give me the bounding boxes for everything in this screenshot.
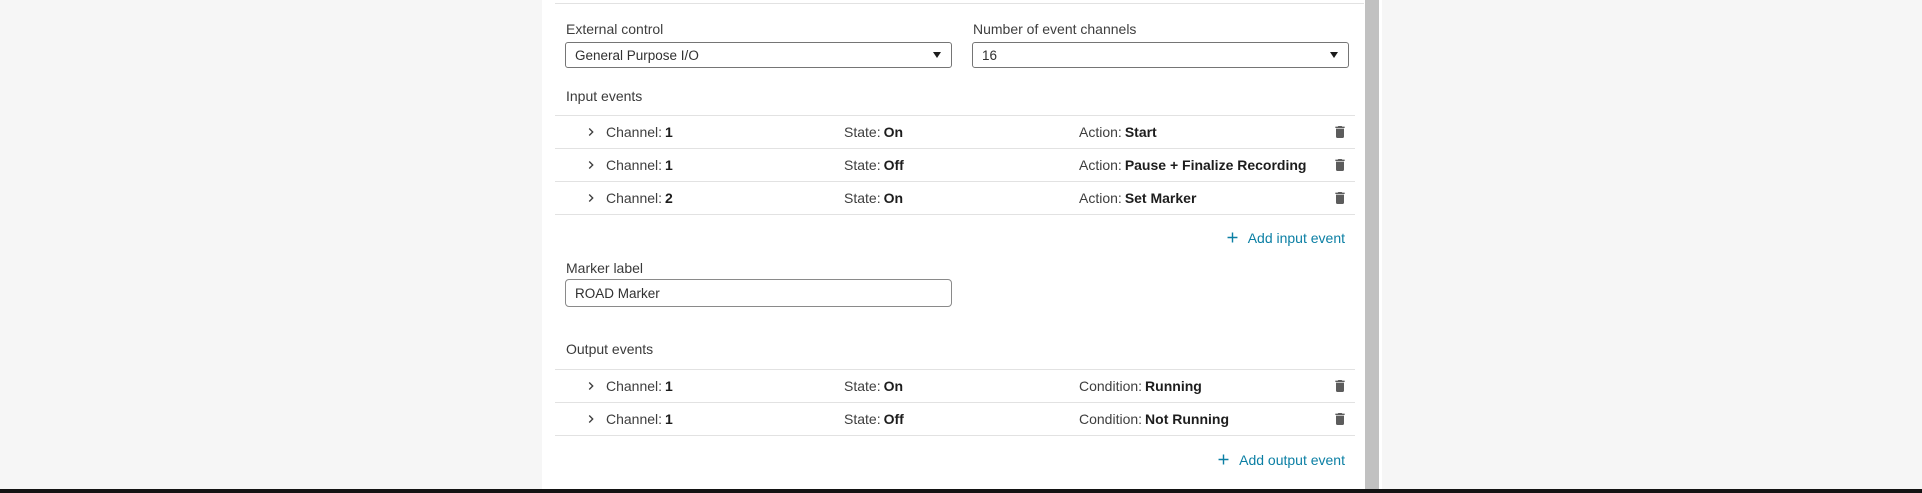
output-events-title: Output events: [566, 341, 653, 357]
event-channels-label: Number of event channels: [973, 21, 1136, 37]
dropdown-arrow-icon: [1330, 52, 1338, 58]
input-event-row[interactable]: Channel:1 State:On Action:Start: [555, 115, 1355, 148]
delete-icon[interactable]: [1332, 378, 1348, 394]
top-divider: [555, 3, 1364, 4]
chevron-right-icon[interactable]: [583, 378, 599, 394]
external-control-select[interactable]: General Purpose I/O: [565, 42, 952, 68]
plus-icon: [1224, 229, 1241, 246]
action-cell: Action:Set Marker: [1079, 182, 1196, 214]
device-settings-panel: External control General Purpose I/O Num…: [542, 0, 1364, 493]
delete-icon[interactable]: [1332, 124, 1348, 140]
action-cell: Action:Pause + Finalize Recording: [1079, 149, 1306, 181]
chevron-right-icon[interactable]: [583, 411, 599, 427]
output-event-row[interactable]: Channel:1 State:Off Condition:Not Runnin…: [555, 402, 1355, 435]
chevron-right-icon[interactable]: [583, 190, 599, 206]
add-output-event-label: Add output event: [1239, 452, 1345, 468]
input-event-row[interactable]: Channel:2 State:On Action:Set Marker: [555, 181, 1355, 214]
input-event-row[interactable]: Channel:1 State:Off Action:Pause + Final…: [555, 148, 1355, 181]
action-cell: Action:Start: [1079, 116, 1157, 148]
state-cell: State:On: [844, 182, 903, 214]
external-control-value: General Purpose I/O: [575, 48, 925, 63]
input-events-list: Channel:1 State:On Action:Start Channel:…: [555, 115, 1355, 215]
channel-cell: Channel:1: [606, 403, 673, 435]
add-output-event-row: Add output event: [555, 451, 1355, 471]
channel-cell: Channel:1: [606, 116, 673, 148]
output-events-list: Channel:1 State:On Condition:Running Cha…: [555, 369, 1355, 436]
channel-cell: Channel:1: [606, 149, 673, 181]
add-input-event-label: Add input event: [1248, 230, 1345, 246]
dropdown-arrow-icon: [933, 52, 941, 58]
condition-cell: Condition:Running: [1079, 370, 1202, 402]
state-cell: State:On: [844, 370, 903, 402]
channel-cell: Channel:2: [606, 182, 673, 214]
add-input-event-button[interactable]: Add input event: [1224, 229, 1355, 246]
delete-icon[interactable]: [1332, 411, 1348, 427]
delete-icon[interactable]: [1332, 190, 1348, 206]
marker-label-title: Marker label: [566, 260, 643, 276]
vertical-scrollbar[interactable]: [1364, 0, 1382, 493]
state-cell: State:On: [844, 116, 903, 148]
channel-cell: Channel:1: [606, 370, 673, 402]
add-output-event-button[interactable]: Add output event: [1215, 451, 1355, 468]
scrollbar-thumb[interactable]: [1365, 0, 1379, 493]
add-input-event-row: Add input event: [555, 229, 1355, 249]
state-cell: State:Off: [844, 403, 904, 435]
external-control-label: External control: [566, 21, 663, 37]
chevron-right-icon[interactable]: [583, 157, 599, 173]
event-channels-value: 16: [982, 48, 1322, 63]
output-event-row[interactable]: Channel:1 State:On Condition:Running: [555, 369, 1355, 402]
state-cell: State:Off: [844, 149, 904, 181]
plus-icon: [1215, 451, 1232, 468]
chevron-right-icon[interactable]: [583, 124, 599, 140]
event-channels-select[interactable]: 16: [972, 42, 1349, 68]
input-events-title: Input events: [566, 88, 642, 104]
window-bottom-edge: [0, 489, 1922, 493]
marker-label-input[interactable]: [565, 279, 952, 307]
delete-icon[interactable]: [1332, 157, 1348, 173]
condition-cell: Condition:Not Running: [1079, 403, 1229, 435]
